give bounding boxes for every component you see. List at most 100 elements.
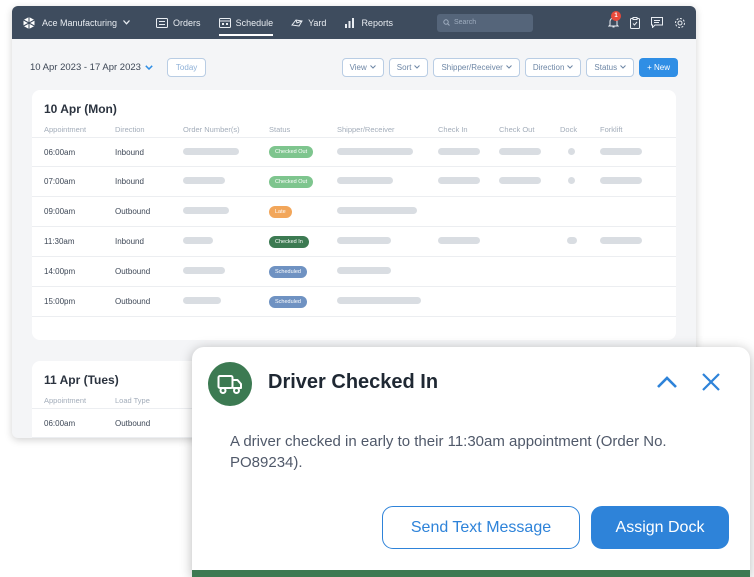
placeholder-bar — [337, 207, 417, 214]
truck-icon — [217, 375, 242, 394]
appointment-time: 09:00am — [44, 207, 76, 216]
toast-message: A driver checked in early to their 11:30… — [230, 433, 667, 471]
sort-dropdown[interactable]: Sort — [388, 57, 429, 77]
gear-icon[interactable] — [674, 17, 686, 29]
status-badge: Checked Out — [269, 175, 314, 188]
column-header[interactable]: Dock — [560, 125, 600, 137]
column-header[interactable]: Forklift — [600, 125, 660, 137]
status-badge: Checked In — [269, 235, 309, 248]
table-row[interactable]: 07:00am Inbound Checked Out — [32, 167, 676, 197]
placeholder-bar — [183, 297, 221, 304]
appointment-time: 11:30am — [44, 237, 75, 246]
chevron-down-icon — [369, 65, 376, 69]
placeholder-bar — [438, 147, 480, 155]
direction: Outbound — [115, 297, 151, 306]
chart-icon — [345, 17, 355, 28]
chevron-down-icon — [567, 65, 574, 69]
status-label: Status — [594, 62, 618, 72]
notification-badge: 1 — [611, 10, 621, 21]
table-row[interactable]: 11:30am Inbound Checked In — [32, 227, 676, 257]
nav-yard[interactable]: Yard — [291, 6, 326, 39]
table-body: 06:00am Inbound Checked Out 07:00am Inbo… — [32, 137, 676, 317]
direction: Inbound — [115, 237, 144, 246]
placeholder-bar — [600, 237, 642, 244]
chevron-down-icon — [620, 65, 626, 69]
direction: Outbound — [115, 418, 151, 428]
orders-icon — [156, 17, 169, 28]
new-appointment-button[interactable]: + New — [639, 57, 678, 77]
placeholder-bar — [499, 147, 541, 155]
column-header[interactable]: Appointment — [44, 396, 115, 408]
schedule-toolbar: 10 Apr 2023 - 17 Apr 2023 Today View Sor… — [12, 57, 696, 77]
direction: Inbound — [115, 147, 144, 157]
column-header[interactable]: Check In — [438, 125, 499, 137]
column-header[interactable]: Shipper/Receiver — [337, 125, 438, 137]
column-header[interactable]: Status — [269, 125, 337, 137]
nav-schedule[interactable]: Schedule — [218, 6, 274, 39]
view-dropdown[interactable]: View — [341, 57, 384, 77]
column-header[interactable]: Direction — [115, 125, 183, 137]
direction: Outbound — [115, 267, 151, 276]
status-badge: Late — [269, 205, 292, 218]
placeholder-bar — [499, 177, 541, 184]
placeholder-bar — [337, 177, 393, 184]
calendar-icon — [218, 17, 231, 28]
chevron-down-icon — [414, 65, 421, 69]
toast-title: Driver Checked In — [268, 371, 439, 393]
shipper-receiver-dropdown[interactable]: Shipper/Receiver — [433, 57, 520, 77]
driver-checked-in-toast: Driver Checked In A driver checked in ea… — [192, 347, 750, 577]
direction-label: Direction — [532, 62, 565, 72]
column-header[interactable]: Load Type — [115, 396, 183, 408]
nav-reports[interactable]: Reports — [344, 6, 393, 39]
appointment-time: 15:00pm — [44, 297, 76, 306]
placeholder-bar — [600, 147, 642, 155]
assign-dock-button[interactable]: Assign Dock — [591, 506, 729, 549]
placeholder-bar — [337, 297, 421, 304]
date-range-picker[interactable]: 10 Apr 2023 - 17 Apr 2023 — [30, 62, 153, 73]
search-icon — [443, 19, 450, 26]
nav-orders[interactable]: Orders — [156, 6, 201, 39]
filter-bar: View Sort Shipper/Receiver Direction Sta… — [341, 57, 678, 77]
table-row[interactable]: 15:00pm Outbound Scheduled — [32, 287, 676, 317]
notifications-button[interactable]: 1 — [607, 10, 621, 30]
truck-icon — [291, 18, 303, 27]
nav-yard-label: Yard — [308, 17, 327, 28]
placeholder-bar — [600, 177, 642, 184]
status-badge: Checked Out — [269, 146, 314, 158]
column-header[interactable]: Order Number(s) — [183, 125, 269, 137]
column-header[interactable]: Check Out — [499, 125, 560, 137]
placeholder-bar — [438, 177, 480, 184]
close-button[interactable] — [700, 371, 722, 393]
table-row[interactable]: 09:00am Outbound Late — [32, 197, 676, 227]
clipboard-icon[interactable] — [630, 16, 640, 29]
placeholder-bar — [183, 237, 213, 244]
shipper-receiver-label: Shipper/Receiver — [441, 62, 503, 72]
date-range-label: 10 Apr 2023 - 17 Apr 2023 — [30, 61, 141, 73]
appointment-time: 07:00am — [44, 177, 76, 186]
table-row[interactable]: 06:00am Inbound Checked Out — [32, 137, 676, 167]
send-text-message-button[interactable]: Send Text Message — [382, 506, 580, 549]
brand-logo-icon — [23, 16, 35, 29]
brand-switcher[interactable]: Ace Manufacturing — [22, 16, 131, 30]
table-header: Appointment Direction Order Number(s) St… — [32, 125, 676, 137]
table-row[interactable]: 14:00pm Outbound Scheduled — [32, 257, 676, 287]
collapse-button[interactable] — [656, 371, 678, 393]
chevron-down-icon — [145, 64, 153, 70]
placeholder-bar — [183, 207, 229, 214]
message-icon[interactable] — [651, 17, 663, 28]
today-button[interactable]: Today — [166, 57, 207, 77]
top-nav: Ace Manufacturing Orders Schedule Yard R… — [12, 6, 696, 39]
search-input[interactable]: Search — [436, 13, 533, 32]
chevron-up-icon — [657, 376, 677, 388]
status-dropdown[interactable]: Status — [586, 57, 635, 77]
direction-dropdown[interactable]: Direction — [524, 57, 582, 77]
status-badge: Scheduled — [269, 265, 307, 278]
placeholder-bar — [337, 237, 391, 244]
nav-actions: 1 — [607, 10, 686, 30]
day-title: 10 Apr (Mon) — [44, 102, 117, 116]
column-header[interactable]: Appointment — [44, 125, 115, 137]
toast-accent-bar — [192, 570, 750, 577]
nav-schedule-label: Schedule — [235, 17, 274, 28]
placeholder-bar — [568, 177, 575, 184]
placeholder-bar — [337, 147, 413, 155]
